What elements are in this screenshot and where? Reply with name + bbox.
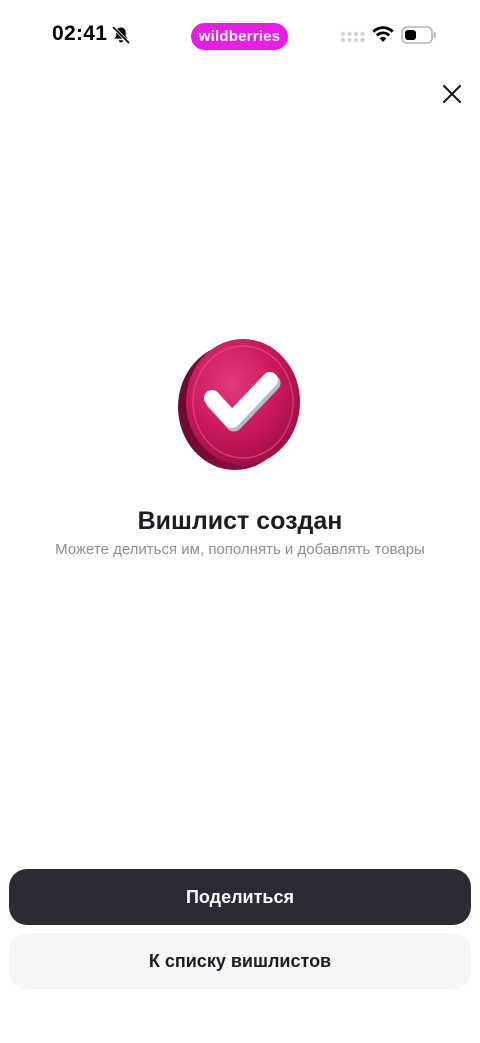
wishlist-created-screen: 02:41 wildberries Вишлист создан Можете … <box>0 0 480 1043</box>
battery-icon <box>401 26 436 44</box>
status-bar: 02:41 wildberries <box>0 0 480 72</box>
close-icon <box>442 84 462 104</box>
brand-name: wildberries <box>198 28 281 45</box>
checkmark-coin-icon <box>178 339 300 470</box>
signal-icon <box>340 31 365 43</box>
close-button[interactable] <box>432 74 472 114</box>
share-button[interactable]: Поделиться <box>9 869 471 925</box>
page-title: Вишлист создан <box>137 507 343 535</box>
wifi-icon <box>372 26 394 42</box>
wishlists-list-button[interactable]: К списку вишлистов <box>9 933 471 989</box>
bell-off-icon <box>112 26 130 44</box>
status-time: 02:41 <box>52 22 108 45</box>
page-subtitle: Можете делиться им, пополнять и добавлят… <box>55 541 425 558</box>
brand-badge: wildberries <box>191 23 288 50</box>
